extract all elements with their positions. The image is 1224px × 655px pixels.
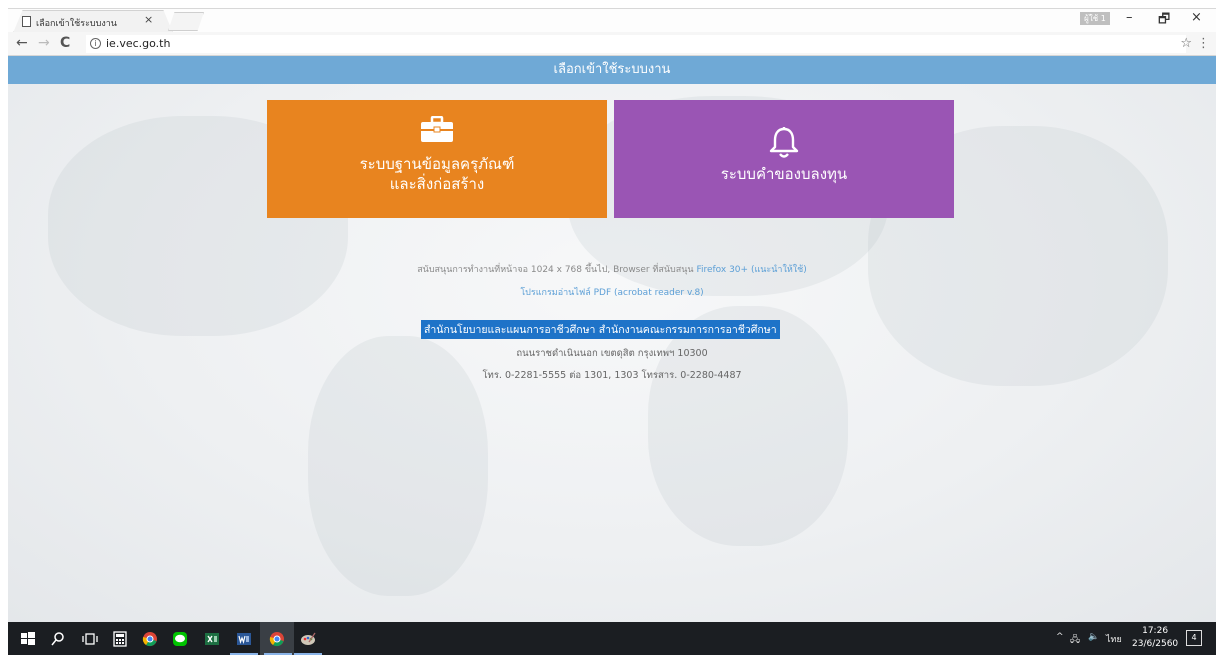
bookmark-star-icon[interactable]: ☆ [1180, 36, 1192, 51]
reload-icon[interactable]: C [60, 35, 70, 51]
back-icon[interactable]: ← [16, 35, 28, 51]
briefcase-icon [421, 116, 453, 142]
network-icon[interactable]: 🖧 [1070, 632, 1080, 648]
tile-label: ระบบฐานข้อมูลครุภัณฑ์ [359, 155, 515, 173]
facilities-database-tile[interactable]: ระบบฐานข้อมูลครุภัณฑ์ และสิ่งก่อสร้าง [267, 100, 607, 218]
paint-icon[interactable] [300, 631, 316, 647]
volume-icon[interactable]: 🔈 [1088, 632, 1099, 642]
bell-icon [769, 127, 799, 158]
phone-text: โทร. 0-2281-5555 ต่อ 1301, 1303 โทรสาร. … [482, 370, 742, 381]
browser-menu-icon[interactable]: ⋮ [1197, 36, 1210, 51]
address-bar[interactable]: i ie.vec.go.th [86, 35, 1186, 53]
world-map-background [648, 306, 848, 546]
minimize-icon[interactable]: – [1126, 10, 1133, 25]
close-window-icon[interactable]: × [1191, 10, 1202, 25]
browser-tabstrip: เลือกเข้าใช้ระบบงาน × ผู้ใช้ 1 – 🗗 × [8, 8, 1216, 33]
tile-label: และสิ่งก่อสร้าง [389, 175, 485, 193]
line-icon[interactable] [172, 631, 188, 647]
pdf-note: โปรแกรมอ่านไฟล์ PDF (acrobat reader v.8) [8, 285, 1216, 299]
notification-center-icon[interactable]: 4 [1186, 630, 1202, 646]
search-icon[interactable] [50, 631, 66, 647]
url-text[interactable]: ie.vec.go.th [106, 37, 170, 50]
close-tab-icon[interactable]: × [144, 13, 153, 26]
input-language[interactable]: ไทย [1106, 632, 1122, 646]
support-note: สนับสนุนการทำงานที่หน้าจอ 1024 x 768 ขึ้… [8, 262, 1216, 276]
support-note-text: สนับสนุนการทำงานที่หน้าจอ 1024 x 768 ขึ้… [417, 265, 694, 275]
address-text: ถนนราชดำเนินนอก เขตดุสิต กรุงเทพฯ 10300 [516, 348, 708, 359]
restore-icon[interactable]: 🗗 [1158, 10, 1170, 32]
firefox-link[interactable]: Firefox 30+ (แนะนำให้ใช้) [696, 265, 806, 275]
pdf-reader-link[interactable]: โปรแกรมอ่านไฟล์ PDF (acrobat reader v.8) [520, 288, 703, 298]
screen: เลือกเข้าใช้ระบบงาน × ผู้ใช้ 1 – 🗗 × ← →… [0, 0, 1224, 655]
windows-taskbar: ^ 🖧 🔈 ไทย 17:26 23/6/2560 4 [8, 622, 1216, 655]
clock-date: 23/6/2560 [1132, 639, 1179, 649]
browser-tab[interactable]: เลือกเข้าใช้ระบบงาน × [13, 10, 173, 33]
agency-name: สำนักนโยบายและแผนการอาชีวศึกษา สำนักงานค… [421, 320, 780, 339]
calculator-icon[interactable] [112, 631, 128, 647]
chrome-icon[interactable] [142, 631, 158, 647]
taskbar-clock[interactable]: 17:26 23/6/2560 [1132, 625, 1178, 651]
page-icon [22, 16, 31, 27]
word-icon[interactable] [236, 631, 252, 647]
user-profile-badge[interactable]: ผู้ใช้ 1 [1080, 12, 1110, 25]
new-tab-button[interactable] [168, 12, 204, 31]
page-content: เลือกเข้าใช้ระบบงาน ระบบฐานข้อมูลครุภัณฑ… [8, 56, 1216, 622]
clock-time: 17:26 [1142, 626, 1169, 636]
tile-label: ระบบคำของบลงทุน [720, 165, 848, 183]
tray-chevron-icon[interactable]: ^ [1056, 632, 1064, 642]
chrome-icon[interactable] [269, 631, 285, 647]
page-header: เลือกเข้าใช้ระบบงาน [8, 56, 1216, 84]
browser-toolbar: ← → C i ie.vec.go.th ☆ ⋮ [8, 32, 1216, 56]
excel-icon[interactable] [204, 631, 220, 647]
investment-request-tile[interactable]: ระบบคำของบลงทุน [614, 100, 954, 218]
task-view-icon[interactable] [82, 631, 98, 647]
windows-start-icon[interactable] [20, 631, 36, 647]
tab-title: เลือกเข้าใช้ระบบงาน [36, 19, 117, 29]
forward-icon[interactable]: → [38, 35, 50, 51]
info-icon[interactable]: i [90, 38, 101, 49]
